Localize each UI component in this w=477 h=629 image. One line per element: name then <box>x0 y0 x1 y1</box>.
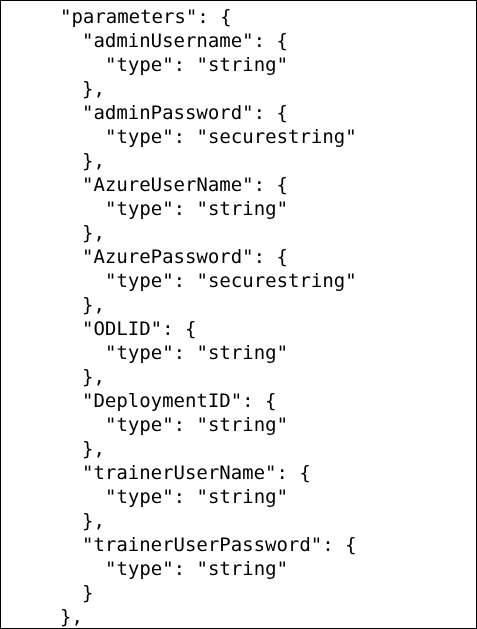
code-line-admin-password-type: "type": "securestring" <box>105 126 357 148</box>
code-line-admin-username-key: "adminUsername": { <box>82 30 288 52</box>
code-screenshot-frame: "parameters": { "adminUsername": { "type… <box>0 0 477 629</box>
code-line-parameters-close: }, <box>60 606 83 628</box>
json-code-block: "parameters": { "adminUsername": { "type… <box>1 5 357 628</box>
code-line-odlid-type: "type": "string" <box>105 342 289 364</box>
code-line-parameters-open: "parameters": { <box>60 6 232 28</box>
code-line-azure-password-key: "AzurePassword": { <box>82 246 288 268</box>
code-line-odlid-key: "ODLID": { <box>82 318 197 340</box>
code-line-azure-username-key: "AzureUserName": { <box>82 174 288 196</box>
code-line-trainer-userpassword-key: "trainerUserPassword": { <box>82 534 357 556</box>
code-line-odlid-close: }, <box>82 366 105 388</box>
code-line-deployment-id-type: "type": "string" <box>105 414 289 436</box>
code-line-deployment-id-close: }, <box>82 438 105 460</box>
code-line-admin-username-type: "type": "string" <box>105 54 289 76</box>
code-line-trainer-username-key: "trainerUserName": { <box>82 462 311 484</box>
code-line-azure-password-close: }, <box>82 294 105 316</box>
code-line-azure-username-type: "type": "string" <box>105 198 289 220</box>
code-line-admin-password-key: "adminPassword": { <box>82 102 288 124</box>
code-line-trainer-userpassword-type: "type": "string" <box>105 558 289 580</box>
code-line-admin-password-close: }, <box>82 150 105 172</box>
code-line-azure-username-close: }, <box>82 222 105 244</box>
code-line-azure-password-type: "type": "securestring" <box>105 270 357 292</box>
code-line-trainer-username-type: "type": "string" <box>105 486 289 508</box>
code-line-trainer-userpassword-close: } <box>82 582 94 604</box>
code-line-admin-username-close: }, <box>82 78 105 100</box>
code-line-deployment-id-key: "DeploymentID": { <box>82 390 277 412</box>
code-line-trainer-username-close: }, <box>82 510 105 532</box>
